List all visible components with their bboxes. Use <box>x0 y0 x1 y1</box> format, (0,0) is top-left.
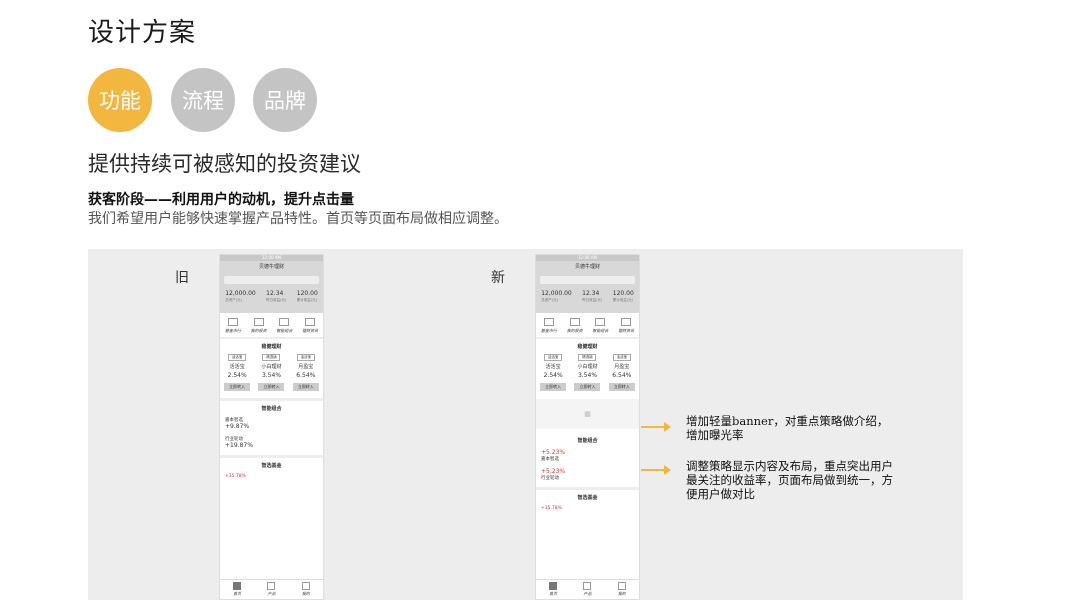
invest-icon[interactable]: 我的投资 <box>567 318 583 334</box>
banner[interactable]: ▦ <box>536 399 639 429</box>
news-icon[interactable]: 理财资讯 <box>302 318 318 334</box>
new-phone-mockup: 12:00 AM 贝德牛理财 12,000.00 总资产(元) 12.34 昨日收益… <box>535 254 640 600</box>
subtitle: 获客阶段——利用用户的动机，提升点击量 <box>88 192 354 208</box>
tab-mine[interactable]: 我的 <box>617 582 626 597</box>
description: 我们希望用户能够快速掌握产品特性。首页等页面布局做相应调整。 <box>88 211 508 227</box>
fund-icon[interactable]: 基金市行 <box>225 318 241 334</box>
combo-icon[interactable]: 智能组合 <box>276 318 292 334</box>
headline: 提供持续可被感知的投资建议 <box>88 152 361 176</box>
bottom-tab-bar: 首页 产品 我的 <box>220 579 323 599</box>
section-combo: 智能组合 <box>577 438 598 444</box>
tab-process[interactable]: 流程 <box>171 68 235 132</box>
section-stable: 稳健理财 <box>261 344 282 350</box>
app-title: 贝德牛理财 <box>220 261 323 274</box>
section-combo: 智能组合 <box>261 406 282 412</box>
stats-row: 12,000.00 总资产(元) 12.34 昨日收益(元) 120.00 累计收益(… <box>536 287 639 313</box>
stats-row: 12,000.00 总资产(元) 12.34 昨日收益(元) 120.00 累计收益(… <box>220 287 323 313</box>
fund-rate: +35.78% <box>225 474 246 479</box>
tab-products[interactable]: 产品 <box>267 582 276 597</box>
note-layout: 调整策略显示内容及布局，重点突出用户最关注的收益率，页面布局做到统一，方便用户做… <box>686 459 893 501</box>
transfer-button[interactable]: 立即转入 <box>574 383 601 391</box>
quick-icons: 基金市行 我的投资 智能组合 理财资讯 <box>220 313 323 339</box>
bottom-tab-bar: 首页 产品 我的 <box>536 579 639 599</box>
tab-mine[interactable]: 我的 <box>301 582 310 597</box>
page-title: 设计方案 <box>88 18 197 48</box>
section-stable: 稳健理财 <box>577 344 598 350</box>
section-fund: 智选基金 <box>261 463 282 469</box>
arrow-right-icon <box>641 465 671 475</box>
search-bar[interactable] <box>220 274 323 287</box>
quick-icons: 基金市行 我的投资 智能组合 理财资讯 <box>536 313 639 339</box>
new-label: 新 <box>491 270 505 286</box>
combo-item[interactable]: 嘉本智选 +9.87% <box>220 414 323 433</box>
section-fund: 智选基金 <box>577 495 598 501</box>
arrow-right-icon <box>641 422 671 432</box>
combo-item[interactable]: 行业轮动 +19.87% <box>220 433 323 452</box>
tab-home[interactable]: 首页 <box>233 582 242 597</box>
transfer-button[interactable]: 立即转入 <box>224 383 251 391</box>
news-icon[interactable]: 理财资讯 <box>618 318 634 334</box>
tab-function[interactable]: 功能 <box>88 68 152 132</box>
app-title: 贝德牛理财 <box>536 261 639 274</box>
fund-rate: +35.78% <box>541 506 562 511</box>
fund-icon[interactable]: 基金市行 <box>541 318 557 334</box>
tab-home[interactable]: 首页 <box>549 582 558 597</box>
invest-icon[interactable]: 我的投资 <box>251 318 267 334</box>
transfer-button[interactable]: 立即转入 <box>540 383 567 391</box>
transfer-button[interactable]: 立即转入 <box>258 383 285 391</box>
combo-icon[interactable]: 智能组合 <box>592 318 608 334</box>
note-banner: 增加轻量banner，对重点策略做介绍，增加曝光率 <box>686 414 889 442</box>
tab-products[interactable]: 产品 <box>583 582 592 597</box>
old-label: 旧 <box>175 270 189 286</box>
combo-item[interactable]: +5.23% 嘉本智选 <box>536 446 639 465</box>
tab-brand[interactable]: 品牌 <box>253 68 317 132</box>
transfer-button[interactable]: 立即转入 <box>292 383 319 391</box>
transfer-button[interactable]: 立即转入 <box>608 383 635 391</box>
search-bar[interactable] <box>536 274 639 287</box>
combo-item[interactable]: +5.23% 行业轮动 <box>536 465 639 484</box>
old-phone-mockup: 12:00 AM 贝德牛理财 12,000.00 总资产(元) 12.34 昨日收益… <box>219 254 324 600</box>
